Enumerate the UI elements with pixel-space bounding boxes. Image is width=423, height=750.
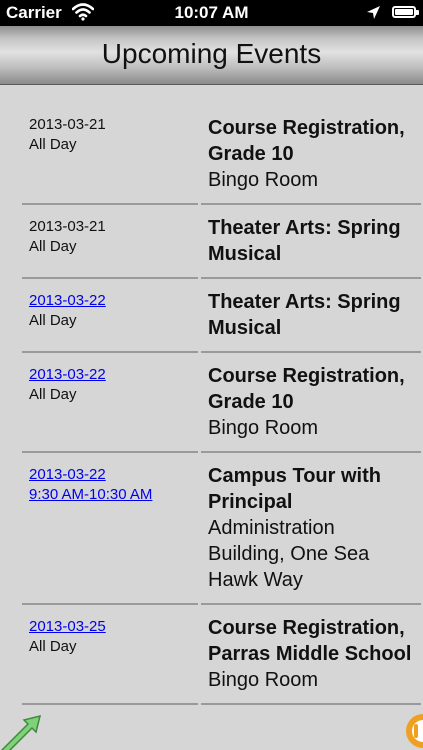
event-date: 2013-03-21	[29, 116, 106, 133]
orange-badge-icon[interactable]	[402, 712, 423, 750]
event-row[interactable]: 2013-03-22 9:30 AM-10:30 AM Campus Tour wi…	[0, 453, 423, 605]
event-info-cell: Campus Tour with Principal Administration…	[201, 453, 421, 605]
event-title: Theater Arts: Spring Musical	[208, 291, 401, 339]
event-time: All Day	[29, 136, 77, 153]
event-info-cell: Theater Arts: Spring Musical	[201, 279, 421, 353]
event-date-cell: 2013-03-22 9:30 AM-10:30 AM	[22, 453, 198, 605]
event-date-cell: 2013-03-22 All Day	[22, 279, 198, 353]
status-time: 10:07 AM	[174, 3, 249, 22]
event-location: Bingo Room	[208, 417, 319, 439]
event-location: Administration Building, One Sea Hawk Wa…	[208, 517, 370, 591]
page-title: Upcoming Events	[101, 38, 322, 69]
event-date-link[interactable]: 2013-03-22	[29, 291, 198, 311]
event-row[interactable]: 2013-03-22 All Day Course Registration, Gr…	[0, 353, 423, 453]
event-date-cell: 2013-03-21 All Day	[22, 104, 198, 205]
event-row[interactable]: 2013-03-25 All Day Course Registration, Pa…	[0, 605, 423, 705]
event-info-cell: Course Registration, Grade 10 Bingo Room	[201, 353, 421, 453]
event-row[interactable]: 2013-03-22 All Day Theater Arts: Spring Mu…	[0, 279, 423, 353]
event-info-cell: Theater Arts: Spring Musical	[201, 205, 421, 279]
event-date-link[interactable]: 2013-03-25	[29, 617, 198, 637]
event-time: All Day	[29, 638, 77, 655]
event-location: Bingo Room	[208, 669, 319, 691]
event-info-cell: Course Registration, Grade 10 Bingo Room	[201, 104, 421, 205]
event-date-link[interactable]: 2013-03-22	[29, 465, 198, 485]
diagonal-arrow-icon[interactable]	[0, 708, 42, 750]
status-bar: Carrier 10:07 AM	[0, 0, 423, 26]
event-location: Bingo Room	[208, 169, 319, 191]
event-info-cell: Course Registration, Parras Middle Schoo…	[201, 605, 421, 705]
navigation-bar: Upcoming Events	[0, 26, 423, 85]
event-date: 2013-03-21	[29, 218, 106, 235]
event-time: All Day	[29, 238, 77, 255]
event-title: Theater Arts: Spring Musical	[208, 217, 401, 265]
event-time-link[interactable]: 9:30 AM-10:30 AM	[29, 485, 198, 505]
event-row[interactable]: 2013-03-21 All Day Course Registration, Gr…	[0, 104, 423, 205]
event-title: Course Registration, Grade 10	[208, 365, 405, 413]
event-time: All Day	[29, 312, 77, 329]
event-time: All Day	[29, 386, 77, 403]
location-arrow-icon	[367, 6, 380, 19]
event-date-cell: 2013-03-25 All Day	[22, 605, 198, 705]
event-date-link[interactable]: 2013-03-22	[29, 365, 198, 385]
event-title: Course Registration, Grade 10	[208, 117, 405, 165]
battery-icon	[392, 6, 419, 18]
event-title: Course Registration, Parras Middle Schoo…	[208, 617, 412, 665]
event-title: Campus Tour with Principal	[208, 465, 381, 513]
event-row[interactable]: 2013-03-21 All Day Theater Arts: Spring Mu…	[0, 205, 423, 279]
events-scroll-area[interactable]: 2013-03-21 All Day Course Registration, Gr…	[0, 85, 423, 750]
event-date-cell: 2013-03-22 All Day	[22, 353, 198, 453]
event-list: 2013-03-21 All Day Course Registration, Gr…	[0, 104, 423, 705]
event-date-cell: 2013-03-21 All Day	[22, 205, 198, 279]
